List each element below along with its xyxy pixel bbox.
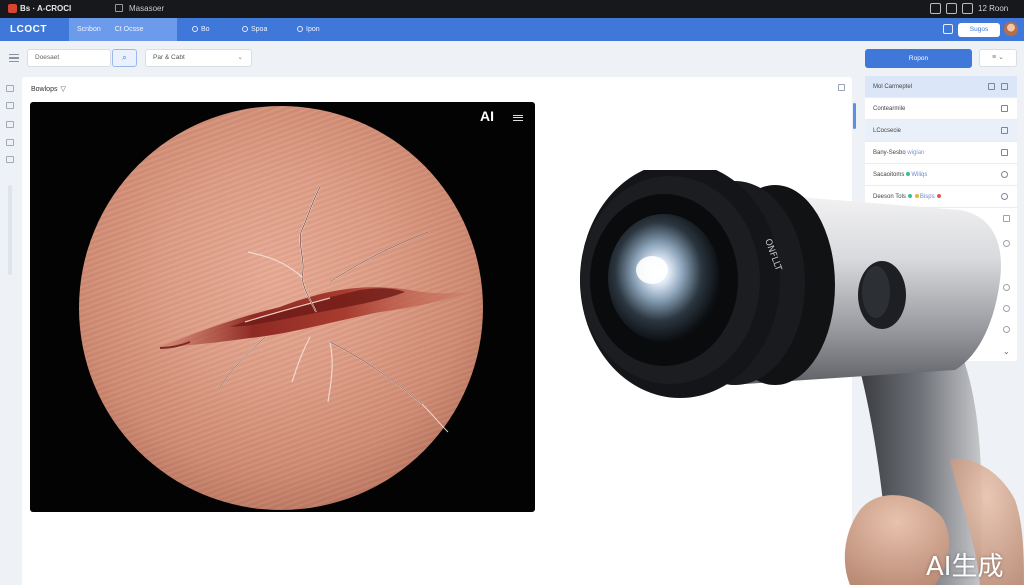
tab-ipon[interactable]: Ipon: [289, 18, 328, 41]
apply-button[interactable]: Ropon: [865, 49, 972, 68]
tab-label: Scnbon: [77, 26, 101, 33]
checkbox-icon[interactable]: [943, 24, 953, 34]
menu-button[interactable]: ≡ ⌄: [979, 49, 1017, 67]
nav-bar: LCOCT Scnbon Ct Ocsse Bo Spoa Ipon Sugos: [0, 18, 1024, 41]
export-button[interactable]: Sugos: [958, 23, 1000, 37]
list-item[interactable]: Mol Carmeptel: [865, 76, 1017, 98]
tab-scnbon[interactable]: Scnbon Ct Ocsse: [69, 18, 177, 41]
image-icon[interactable]: [1001, 127, 1008, 134]
list-item-tag: wiglan: [907, 150, 925, 156]
rail-scrollbar[interactable]: [8, 185, 12, 275]
list-item-label: Contearmile: [873, 106, 906, 112]
sidebar-toggle-icon[interactable]: [9, 52, 19, 63]
tab-label: Bo: [201, 26, 210, 33]
list-icon: ≡: [992, 54, 997, 61]
tab-label: Spoa: [251, 26, 268, 33]
list-icon[interactable]: [1001, 149, 1008, 156]
home-icon[interactable]: [6, 85, 14, 92]
notification-icon[interactable]: [962, 3, 973, 14]
expand-icon[interactable]: [838, 84, 845, 91]
search-button[interactable]: ⌕: [112, 49, 137, 67]
settings-icon[interactable]: [6, 156, 14, 163]
document-title: Masasoer: [129, 4, 165, 13]
document-icon: [192, 26, 198, 32]
pin-icon[interactable]: [1001, 83, 1008, 90]
tab-bo[interactable]: Bo: [184, 18, 218, 41]
screenshot-icon[interactable]: [930, 3, 941, 14]
dermatoscope-device: ONFLLT: [580, 170, 1024, 585]
view-icon[interactable]: [6, 121, 14, 128]
user-name[interactable]: 12 Roon: [978, 4, 1008, 13]
monitor-icon: [242, 26, 248, 32]
list-item-label: Mol Carmeptel: [873, 84, 913, 90]
ai-badge: AI: [480, 108, 494, 124]
ai-generated-watermark: AI生成: [926, 552, 1004, 582]
chevron-down-icon: ⌄: [237, 54, 243, 61]
title-bar: Bs · A-CROCI Masasoer 12 Roon: [0, 0, 1024, 18]
brand-logo[interactable]: LCOCT: [10, 24, 47, 35]
wound-crack-drawing: [159, 186, 470, 433]
panel-scrollbar[interactable]: [853, 103, 856, 129]
save-icon[interactable]: [988, 83, 995, 90]
search-input[interactable]: Doesaet: [27, 49, 111, 67]
chevron-down-icon: ▽: [60, 86, 66, 93]
list-item-label: LCocsecie: [873, 128, 902, 134]
pin-icon: [297, 26, 303, 32]
list-item-label: Bany-Sesbo: [873, 150, 906, 156]
avatar[interactable]: [1004, 22, 1018, 36]
list-item[interactable]: LCocsecie: [865, 120, 1017, 142]
tab-label: Ct Ocsse: [114, 26, 144, 33]
window-layout-icon[interactable]: [946, 3, 957, 14]
search-icon: ⌕: [122, 53, 127, 62]
image-icon[interactable]: [1001, 105, 1008, 112]
search-value: Doesaet: [35, 54, 60, 61]
panel-title-text: Bowlops: [31, 86, 58, 93]
filter-select[interactable]: Par & Cabt ⌄: [145, 49, 252, 67]
app-logo-icon: [8, 4, 17, 13]
filter-value: Par & Cabt: [153, 54, 185, 61]
file-icon[interactable]: [6, 139, 14, 146]
list-item[interactable]: Contearmile: [865, 98, 1017, 120]
window-icon: [115, 4, 123, 12]
list-item[interactable]: Bany-Sesbo wiglan: [865, 142, 1017, 164]
tab-label: Ipon: [306, 26, 320, 33]
chevron-down-icon: ⌄: [998, 54, 1004, 61]
viewer-menu-icon[interactable]: [513, 113, 523, 121]
panel-title[interactable]: Bowlops ▽: [31, 85, 66, 93]
dermoscopy-image-viewer[interactable]: [30, 102, 535, 512]
tab-spoa[interactable]: Spoa: [234, 18, 275, 41]
folder-icon[interactable]: [6, 102, 14, 109]
app-title: Bs · A-CROCI: [20, 4, 72, 13]
